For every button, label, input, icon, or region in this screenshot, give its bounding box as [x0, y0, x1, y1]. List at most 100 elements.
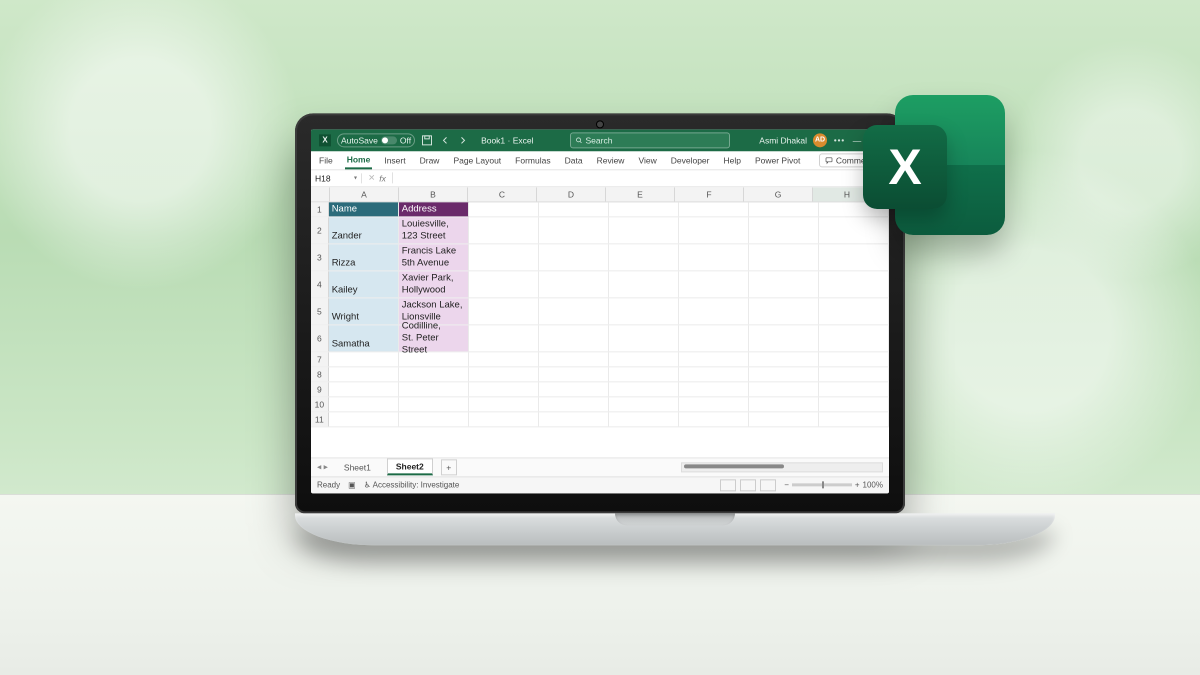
horizontal-scrollbar[interactable]: [681, 462, 883, 472]
col-header-g[interactable]: G: [744, 187, 813, 201]
cell[interactable]: [749, 244, 819, 270]
undo-icon[interactable]: [439, 134, 451, 146]
cell[interactable]: [539, 271, 609, 297]
cell[interactable]: [609, 382, 679, 396]
row-header[interactable]: 10: [311, 397, 329, 411]
cell[interactable]: [819, 412, 889, 426]
cell[interactable]: [609, 412, 679, 426]
col-header-f[interactable]: F: [675, 187, 744, 201]
cell[interactable]: [679, 382, 749, 396]
cell[interactable]: [399, 412, 469, 426]
cell[interactable]: [469, 271, 539, 297]
cell[interactable]: [469, 325, 539, 351]
cell[interactable]: [679, 412, 749, 426]
cell[interactable]: [539, 325, 609, 351]
row-header[interactable]: 11: [311, 412, 329, 426]
cell[interactable]: [679, 367, 749, 381]
cell[interactable]: [399, 382, 469, 396]
tab-file[interactable]: File: [317, 152, 335, 168]
tab-help[interactable]: Help: [721, 152, 742, 168]
zoom-out-icon[interactable]: −: [784, 480, 789, 489]
cell[interactable]: [539, 217, 609, 243]
search-input[interactable]: Search: [570, 132, 730, 148]
cell[interactable]: [679, 244, 749, 270]
cell[interactable]: [329, 397, 399, 411]
cell[interactable]: [819, 298, 889, 324]
cell[interactable]: [749, 202, 819, 216]
zoom-control[interactable]: − + 100%: [784, 480, 883, 489]
cell-a2[interactable]: Zander: [329, 217, 399, 243]
cell[interactable]: [819, 367, 889, 381]
cell[interactable]: [539, 367, 609, 381]
cell-b1[interactable]: Address: [399, 202, 469, 216]
cell[interactable]: [539, 352, 609, 366]
tab-formulas[interactable]: Formulas: [513, 152, 552, 168]
row-header[interactable]: 7: [311, 352, 329, 366]
cell[interactable]: [749, 367, 819, 381]
cell[interactable]: [749, 397, 819, 411]
cell[interactable]: [749, 217, 819, 243]
zoom-in-icon[interactable]: +: [855, 480, 860, 489]
row-header[interactable]: 4: [311, 271, 329, 297]
cell[interactable]: [539, 202, 609, 216]
cell[interactable]: [749, 352, 819, 366]
save-icon[interactable]: [421, 134, 433, 146]
cell[interactable]: [539, 298, 609, 324]
cell[interactable]: [609, 367, 679, 381]
cell[interactable]: [469, 367, 539, 381]
tab-home[interactable]: Home: [345, 151, 373, 169]
tab-page-layout[interactable]: Page Layout: [451, 152, 503, 168]
cell[interactable]: [749, 412, 819, 426]
cell[interactable]: [749, 271, 819, 297]
cell-a4[interactable]: Kailey: [329, 271, 399, 297]
cell[interactable]: [819, 352, 889, 366]
cell[interactable]: [469, 397, 539, 411]
sheet-nav-arrows[interactable]: ◂ ▸: [317, 461, 328, 472]
scrollbar-thumb[interactable]: [684, 464, 784, 468]
cell[interactable]: [609, 271, 679, 297]
cell[interactable]: [539, 244, 609, 270]
sheet-tab-sheet2[interactable]: Sheet2: [387, 458, 433, 475]
tab-view[interactable]: View: [636, 152, 658, 168]
spreadsheet-grid[interactable]: A B C D E F G H 1NameAddress2ZanderLouie…: [311, 187, 889, 457]
col-header-e[interactable]: E: [606, 187, 675, 201]
ribbon-options-icon[interactable]: [833, 134, 845, 146]
col-header-d[interactable]: D: [537, 187, 606, 201]
cell[interactable]: [469, 352, 539, 366]
cell[interactable]: [399, 367, 469, 381]
col-header-a[interactable]: A: [330, 187, 399, 201]
page-break-view-button[interactable]: [760, 479, 776, 491]
cell[interactable]: [469, 244, 539, 270]
cell[interactable]: [469, 382, 539, 396]
row-header[interactable]: 3: [311, 244, 329, 270]
fx-label[interactable]: ✕ fx: [362, 172, 393, 183]
cell[interactable]: [609, 298, 679, 324]
cell[interactable]: [819, 271, 889, 297]
cell[interactable]: [539, 397, 609, 411]
row-header[interactable]: 9: [311, 382, 329, 396]
cell[interactable]: [469, 412, 539, 426]
cell[interactable]: [679, 271, 749, 297]
cell[interactable]: [609, 325, 679, 351]
cell-a6[interactable]: Samatha: [329, 325, 399, 351]
cell-b2[interactable]: Louiesville,123 Street: [399, 217, 469, 243]
cell[interactable]: [609, 352, 679, 366]
cell-a3[interactable]: Rizza: [329, 244, 399, 270]
cell-b4[interactable]: Xavier Park,Hollywood: [399, 271, 469, 297]
zoom-slider[interactable]: [792, 483, 852, 486]
macro-record-icon[interactable]: ▣: [348, 480, 356, 489]
cell[interactable]: [819, 382, 889, 396]
tab-developer[interactable]: Developer: [669, 152, 712, 168]
cell[interactable]: [539, 382, 609, 396]
tab-draw[interactable]: Draw: [418, 152, 442, 168]
cell[interactable]: [399, 352, 469, 366]
cell[interactable]: [329, 412, 399, 426]
row-header[interactable]: 1: [311, 202, 329, 216]
redo-icon[interactable]: [457, 134, 469, 146]
cell[interactable]: [609, 217, 679, 243]
sheet-tab-sheet1[interactable]: Sheet1: [336, 460, 379, 474]
col-header-c[interactable]: C: [468, 187, 537, 201]
page-layout-view-button[interactable]: [740, 479, 756, 491]
tab-review[interactable]: Review: [595, 152, 627, 168]
row-header[interactable]: 6: [311, 325, 329, 351]
